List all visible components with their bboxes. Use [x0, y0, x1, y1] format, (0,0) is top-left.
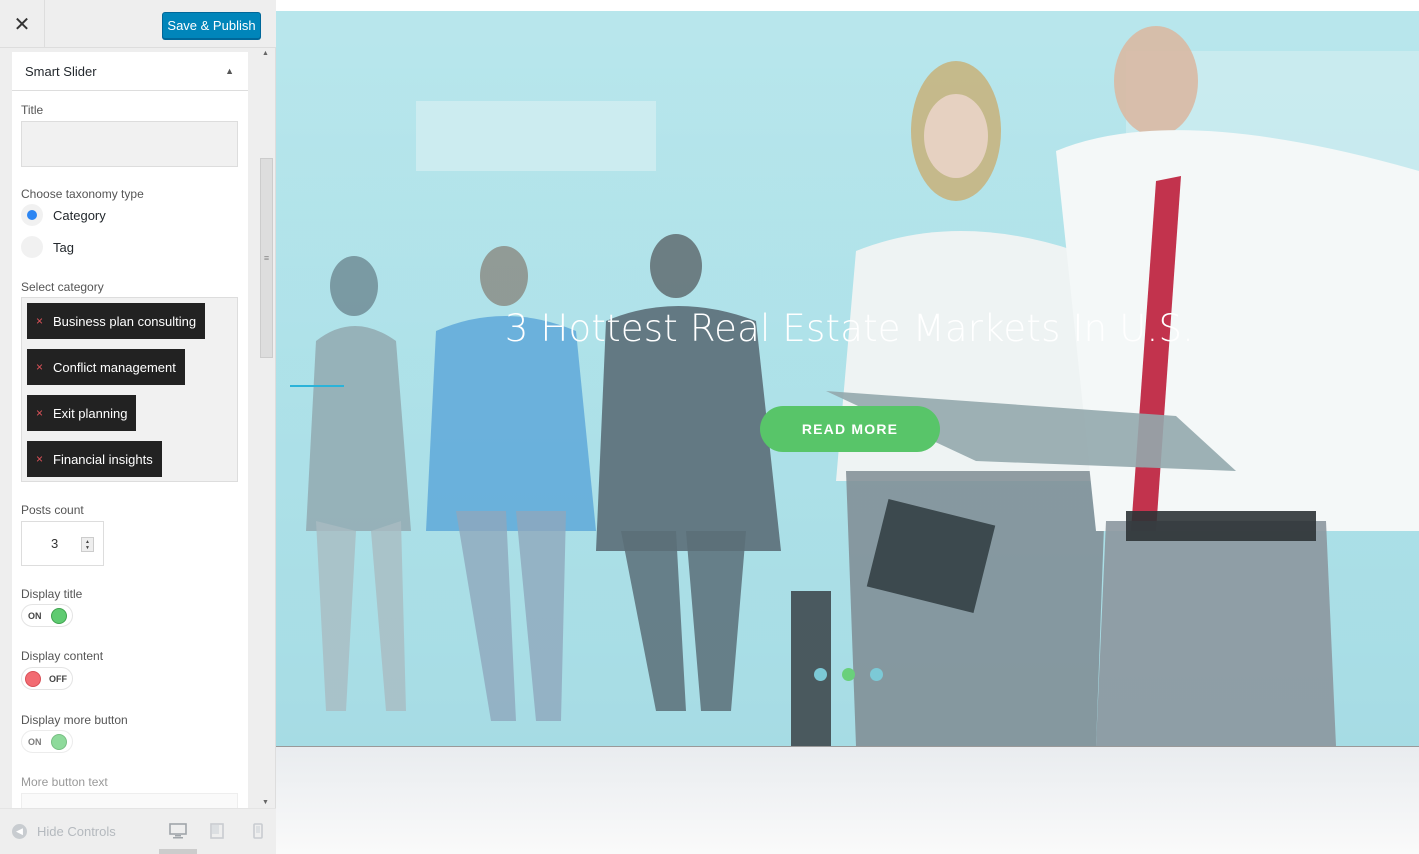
triangle-up-icon[interactable]: ▲	[225, 66, 234, 76]
category-tag-label: Financial insights	[53, 451, 153, 467]
toggle-knob	[25, 670, 41, 687]
sidebar-scrollbar[interactable]: ▲ ≡ ▼	[258, 48, 275, 808]
radio-label: Tag	[53, 239, 74, 255]
remove-icon[interactable]: ×	[36, 360, 43, 374]
section-header[interactable]: Smart Slider ▲	[12, 52, 248, 91]
display-title-label: Display title	[21, 587, 83, 601]
hero-background-image	[306, 26, 1419, 746]
more-button-text-input[interactable]	[21, 793, 238, 808]
active-device-indicator	[159, 849, 197, 854]
posts-count-label: Posts count	[21, 503, 84, 517]
title-label: Title	[21, 103, 44, 117]
mobile-icon[interactable]	[249, 823, 267, 839]
category-tag-label: Exit planning	[53, 405, 128, 421]
toggle-state: ON	[28, 736, 42, 747]
hide-controls-label: Hide Controls	[37, 824, 116, 839]
radio-button-selected[interactable]	[21, 204, 43, 226]
posts-count-value: 3	[51, 536, 59, 551]
desktop-icon[interactable]	[169, 823, 187, 839]
title-input[interactable]	[21, 121, 238, 167]
category-tag[interactable]: × Exit planning	[27, 395, 137, 431]
remove-icon[interactable]: ×	[36, 314, 43, 328]
taxonomy-type-label: Choose taxonomy type	[21, 187, 144, 201]
tablet-icon[interactable]	[208, 823, 226, 839]
display-content-toggle[interactable]: OFF	[21, 667, 73, 690]
section-title: Smart Slider	[25, 63, 97, 79]
category-tag[interactable]: × Conflict management	[27, 349, 185, 385]
toggle-state: OFF	[49, 673, 67, 684]
display-content-label: Display content	[21, 649, 104, 663]
category-multiselect[interactable]: × Business plan consulting × Conflict ma…	[21, 297, 238, 482]
category-tag[interactable]: × Financial insights	[27, 441, 162, 477]
display-more-button-toggle[interactable]: ON	[21, 730, 73, 753]
remove-icon[interactable]: ×	[36, 406, 43, 420]
hide-controls-button[interactable]: ◀ Hide Controls	[12, 824, 116, 839]
remove-icon[interactable]: ×	[36, 452, 43, 466]
scrollbar-thumb[interactable]: ≡	[260, 158, 273, 358]
customizer-sidebar: ✕ Save & Publish Smart Slider ▲ Title Ch…	[0, 0, 276, 854]
decorative-line	[290, 385, 344, 387]
display-more-button-label: Display more button	[21, 713, 128, 727]
sidebar-footer: ◀ Hide Controls	[0, 808, 276, 854]
category-tag-label: Conflict management	[53, 359, 176, 375]
select-category-label: Select category	[21, 280, 104, 294]
slide-title: 3 Hottest Real Estate Markets In U.S.	[504, 307, 1195, 350]
radio-tag[interactable]: Tag	[21, 236, 74, 258]
scroll-up-arrow-icon[interactable]: ▲	[262, 50, 269, 57]
more-button-text-label: More button text	[21, 775, 108, 789]
spinner-arrows-icon[interactable]: ▲ ▼	[81, 537, 94, 552]
hero-slider: 3 Hottest Real Estate Markets In U.S. RE…	[276, 11, 1419, 746]
toggle-state: ON	[28, 610, 42, 621]
sidebar-header: ✕ Save & Publish	[0, 0, 276, 48]
slider-dot[interactable]	[870, 668, 883, 681]
slider-dot[interactable]	[814, 668, 827, 681]
posts-count-input[interactable]: 3 ▲ ▼	[21, 521, 104, 566]
scroll-down-arrow-icon[interactable]: ▼	[262, 799, 269, 806]
display-title-toggle[interactable]: ON	[21, 604, 73, 627]
toggle-knob	[50, 607, 67, 624]
radio-button[interactable]	[21, 236, 43, 258]
page-content-area	[276, 746, 1419, 854]
category-tag[interactable]: × Business plan consulting	[27, 303, 206, 339]
radio-label: Category	[53, 207, 106, 223]
slider-dot-active[interactable]	[842, 668, 855, 681]
toggle-knob	[50, 733, 67, 750]
read-more-button[interactable]: READ MORE	[760, 406, 940, 452]
site-preview: 3 Hottest Real Estate Markets In U.S. RE…	[276, 0, 1419, 854]
radio-category[interactable]: Category	[21, 204, 106, 226]
collapse-arrow-icon: ◀	[12, 824, 27, 839]
category-tag-label: Business plan consulting	[53, 313, 197, 329]
widget-panel: Smart Slider ▲ Title Choose taxonomy typ…	[12, 52, 248, 808]
close-icon[interactable]: ✕	[0, 0, 45, 48]
save-publish-button[interactable]: Save & Publish	[162, 12, 261, 39]
